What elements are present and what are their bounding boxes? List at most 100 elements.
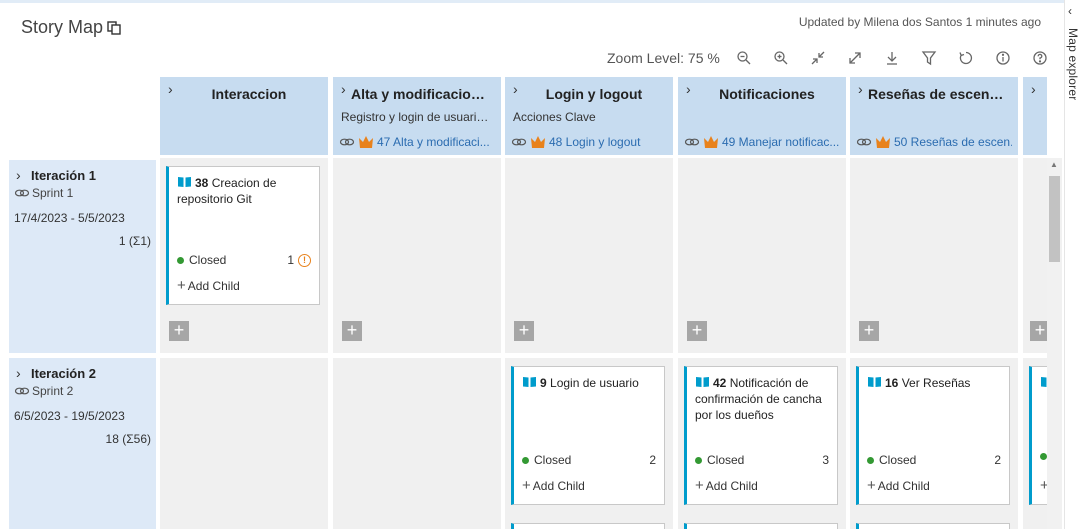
sprint-label: Sprint 2 [14,384,73,398]
scroll-up-icon[interactable]: ▲ [1050,160,1058,169]
zoom-level: Zoom Level: 75 % [607,50,720,66]
copy-icon[interactable] [107,20,121,35]
scrollbar-thumb[interactable] [1049,176,1060,262]
column-header-next[interactable]: › [1023,77,1047,155]
sprint-name: Sprint 2 [32,384,74,398]
link-icon [856,138,872,146]
work-item-card[interactable]: 42 Notificación de confirmación de canch… [684,366,838,505]
expand-chevron-icon[interactable]: › [16,167,21,183]
status-dot [1040,453,1047,460]
column-header-notificaciones[interactable]: › Notificaciones 49 Manejar notificac... [678,77,846,155]
work-item-card-partial[interactable]: + [1029,366,1047,505]
add-child-button[interactable]: + [1040,477,1047,494]
card-title [1040,375,1047,391]
epic-link[interactable]: 49 Manejar notificac... [684,135,840,149]
card-status: Closed [695,453,744,467]
card-status: Closed [522,453,571,467]
filter-icon[interactable] [911,47,948,69]
crown-icon [359,136,373,148]
epic-link[interactable]: 48 Login y logout [511,135,667,149]
grid-cell[interactable]: + [505,158,673,353]
expand-chevron-icon[interactable]: › [513,81,518,97]
grid-cell[interactable]: + [850,158,1018,353]
expand-chevron-icon[interactable]: › [1031,81,1036,97]
add-child-button[interactable]: + Add Child [177,277,240,294]
expand-chevron-icon[interactable]: › [858,81,863,97]
zoom-in-icon[interactable] [763,47,800,69]
expand-chevron-icon[interactable]: › [16,365,21,381]
add-child-button[interactable]: + Add Child [695,477,758,494]
chevron-left-icon[interactable]: ‹ [1068,4,1072,18]
work-item-card[interactable]: 16 Ver Reseñas Closed 2 + Add Child [856,366,1010,505]
link-icon [14,387,30,395]
add-item-button[interactable]: + [169,321,189,341]
column-title: Reseñas de escenari... [868,86,1010,102]
epic-link[interactable]: 50 Reseñas de escen... [856,135,1012,149]
zoom-out-icon[interactable] [726,47,763,69]
grid-cell[interactable]: 16 Ver Reseñas Closed 2 + Add Child [850,358,1018,529]
add-item-button[interactable]: + [514,321,534,341]
refresh-icon[interactable] [948,47,985,69]
grid-cell[interactable]: 9 Login de usuario Closed 2 + Add Child [505,358,673,529]
toolbar: Zoom Level: 75 % [607,47,1059,69]
link-icon [339,138,355,146]
epic-link[interactable]: 47 Alta y modificaci... [339,135,495,149]
add-child-label: Add Child [187,279,240,293]
card-id: 16 [885,376,899,390]
help-icon[interactable] [1022,47,1059,69]
column-header-interaccion[interactable]: › Interaccion [160,77,328,155]
column-header-alta[interactable]: › Alta y modificacion ... Registro y log… [333,77,501,155]
card-title-text: Ver Reseñas [901,376,971,390]
grid-cell[interactable] [333,358,501,529]
work-item-card-partial[interactable] [856,523,1010,529]
card-id: 9 [540,376,547,390]
row-header-iteracion-2[interactable]: › Iteración 2 Sprint 2 6/5/2023 - 19/5/2… [9,358,156,529]
status-dot [522,456,529,464]
expand-chevron-icon[interactable]: › [341,81,346,97]
grid-cell[interactable] [160,358,328,529]
add-item-button[interactable]: + [859,321,879,341]
column-description: Registro y login de usuario... [341,110,493,124]
grid-cell[interactable]: + [333,158,501,353]
column-header-login[interactable]: › Login y logout Acciones Clave 48 Login… [505,77,673,155]
add-child-button[interactable]: + Add Child [867,477,930,494]
card-title-text: Login de usuario [550,376,639,390]
add-item-button[interactable]: + [342,321,362,341]
status-dot [867,456,874,464]
grid-cell[interactable]: + [1023,158,1047,353]
work-item-card-partial[interactable] [684,523,838,529]
crown-icon [876,136,890,148]
vertical-scrollbar[interactable]: ▲ [1047,158,1062,529]
add-child-button[interactable]: + Add Child [522,477,585,494]
link-icon [684,138,700,146]
epic-link-text: 47 Alta y modificaci... [377,135,490,149]
top-border [0,0,1064,3]
plus-icon: + [867,477,876,494]
row-header-iteracion-1[interactable]: › Iteración 1 Sprint 1 17/4/2023 - 5/5/2… [9,160,156,353]
info-icon[interactable] [985,47,1022,69]
grid-cell[interactable]: + [678,158,846,353]
book-icon [868,377,881,387]
grid-cell[interactable]: 38 Creacion de repositorio Git Closed 1!… [160,158,328,353]
iteration-dates: 6/5/2023 - 19/5/2023 [14,409,125,423]
work-item-card-partial[interactable] [511,523,665,529]
add-item-button[interactable]: + [687,321,707,341]
grid-cell[interactable]: + [1023,358,1047,529]
download-icon[interactable] [874,47,911,69]
collapse-icon[interactable] [800,47,837,69]
card-title: 16 Ver Reseñas [867,375,1003,391]
expand-chevron-icon[interactable]: › [686,81,691,97]
epic-link-text: 49 Manejar notificac... [722,135,840,149]
add-item-button[interactable]: + [1030,321,1047,341]
work-item-card[interactable]: 38 Creacion de repositorio Git Closed 1!… [166,166,320,305]
iteration-dates: 17/4/2023 - 5/5/2023 [14,211,125,225]
crown-icon [531,136,545,148]
map-explorer-panel[interactable]: ‹ Map explorer [1064,0,1080,529]
expand-chevron-icon[interactable]: › [168,81,173,97]
grid-cell[interactable]: 42 Notificación de confirmación de canch… [678,358,846,529]
expand-icon[interactable] [837,47,874,69]
child-count-value: 2 [649,453,656,467]
work-item-card[interactable]: 9 Login de usuario Closed 2 + Add Child [511,366,665,505]
page-title-text: Story Map [21,17,104,37]
column-header-resenas[interactable]: › Reseñas de escenari... 50 Reseñas de e… [850,77,1018,155]
